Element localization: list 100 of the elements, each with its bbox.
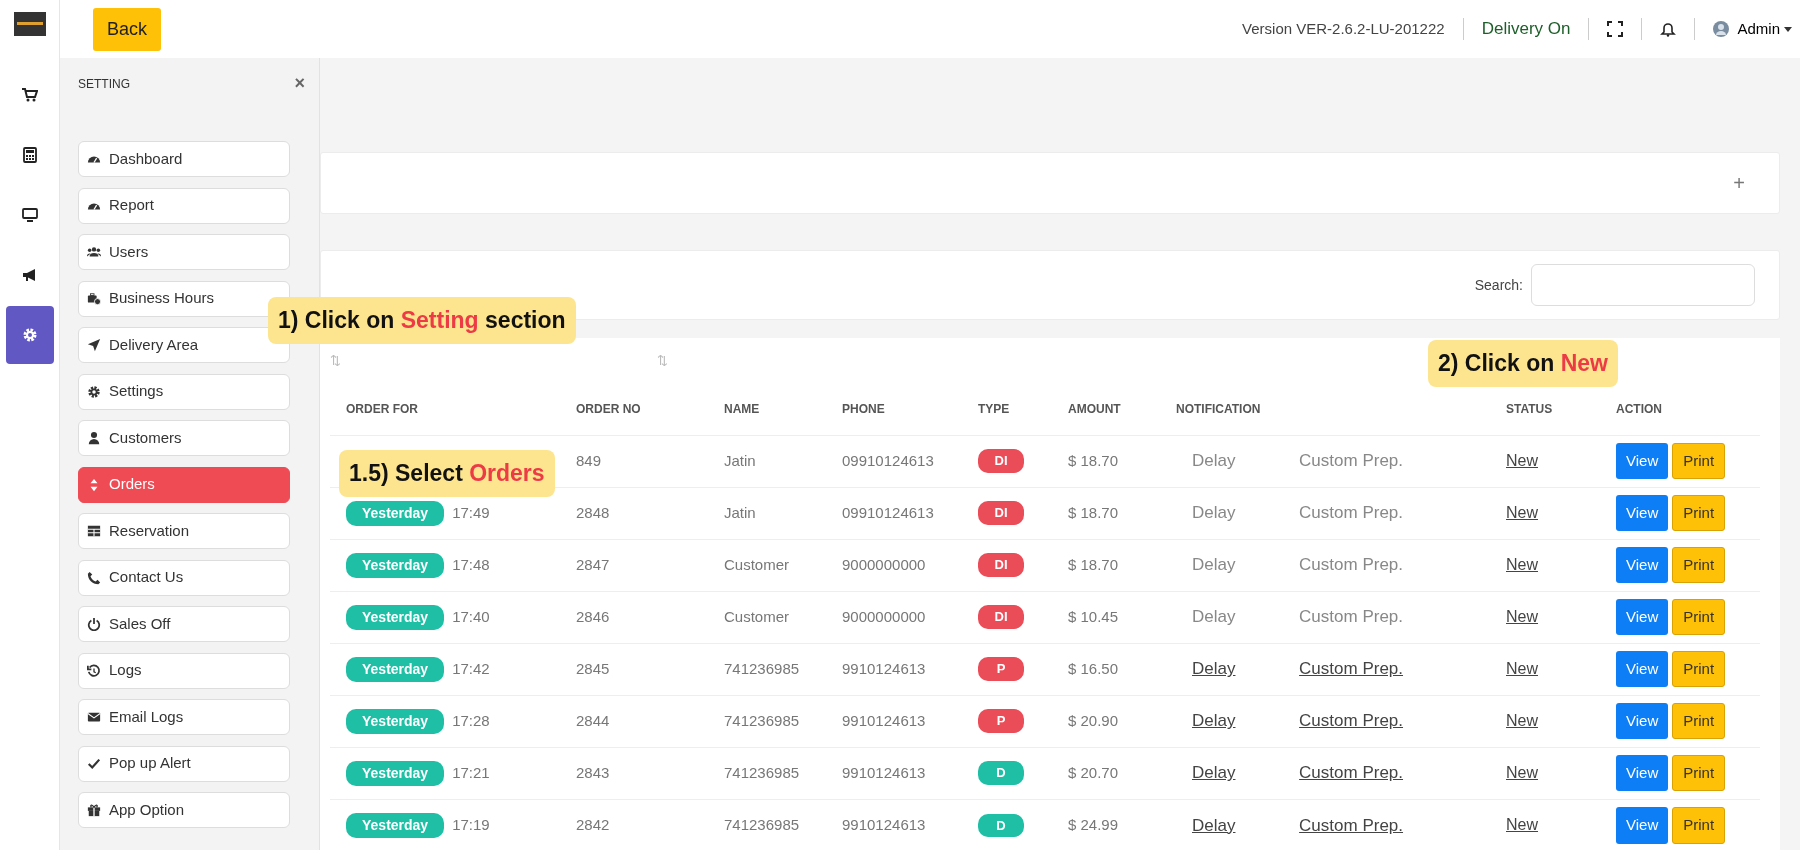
day-badge: Yesterday [346,500,445,526]
megaphone-icon [21,267,38,283]
menu-item[interactable]: Email Logs [78,699,290,735]
menu-item[interactable]: Settings [78,373,290,410]
view-button[interactable]: View [1616,702,1669,740]
view-button[interactable]: View [1616,494,1669,532]
view-button[interactable]: View [1616,598,1669,636]
amount-text: $ 18.70 [1068,451,1119,469]
delay-link[interactable]: Delay [1192,711,1236,731]
menu-item[interactable]: Sales Off [78,606,290,642]
menu-item[interactable]: Dashboard [78,141,290,177]
phone-icon [87,570,101,585]
customer-name: Jatin [724,503,756,521]
status-link[interactable]: New [1506,660,1538,677]
phone-number: 9000000000 [842,607,926,625]
order-number: 2845 [576,659,610,677]
print-button[interactable]: Print [1672,702,1726,740]
order-number: 2842 [576,816,610,833]
day-badge: Yesterday [346,760,445,786]
order-number: 2846 [576,607,610,625]
type-badge: DI [978,449,1024,473]
amount-text: $ 24.99 [1068,816,1119,833]
customer-name: Jatin [724,451,756,469]
print-button[interactable]: Print [1672,442,1726,480]
day-badge: Yesterday [346,656,445,682]
menu-item[interactable]: Logs [78,652,290,689]
version-text: Version VER-2.6.2-LU-201222 [1242,18,1445,39]
users-icon [87,245,101,259]
order-number: 2847 [576,555,610,573]
print-button[interactable]: Print [1672,754,1726,792]
view-button[interactable]: View [1616,650,1669,688]
amount-text: $ 16.50 [1068,659,1119,677]
delay-link[interactable]: Delay [1192,659,1236,679]
view-button[interactable]: View [1616,546,1669,584]
view-button[interactable]: View [1616,754,1669,792]
custom-prep-link[interactable]: Custom Prep. [1299,815,1404,835]
cart-icon [21,87,38,103]
phone-number: 9910124613 [842,659,926,677]
view-button[interactable]: View [1616,807,1669,844]
history-icon [87,663,101,678]
delay-text: Delay [1192,451,1236,471]
column-header: TYPE [962,383,1052,435]
delivery-status[interactable]: Delivery On [1481,16,1571,42]
search-field[interactable] [1531,264,1755,306]
search-label: Search: [1474,275,1523,295]
table-icon [87,524,101,538]
panel-title: SETTING [78,75,130,93]
custom-prep-link[interactable]: Custom Prep. [1299,711,1404,731]
phone-number: 09910124613 [842,451,934,469]
check-icon [87,756,101,771]
status-link[interactable]: New [1506,764,1538,781]
day-badge: Yesterday [346,604,445,630]
print-button[interactable]: Print [1672,807,1726,844]
custom-prep-link[interactable]: Custom Prep. [1299,659,1404,679]
time-text: 17:28 [452,711,490,729]
print-button[interactable]: Print [1672,546,1726,584]
delay-link[interactable]: Delay [1192,763,1236,783]
customer-name: 741236985 [724,816,800,833]
menu-item[interactable]: Contact Us [78,559,290,596]
back-button[interactable]: Back [93,7,162,51]
fullscreen-icon[interactable] [1607,21,1624,37]
menu-item[interactable]: Users [78,234,290,270]
print-button[interactable]: Print [1672,650,1726,688]
amount-text: $ 18.70 [1068,503,1119,521]
menu-item[interactable]: Delivery Area [78,327,290,363]
menu-item[interactable]: Orders [78,466,290,503]
status-link[interactable]: New [1506,452,1538,469]
status-link[interactable]: New [1506,608,1538,625]
status-link[interactable]: New [1506,504,1538,521]
column-header: PHONE [826,383,962,435]
status-link[interactable]: New [1506,816,1538,834]
order-number: 2843 [576,763,610,781]
custom-prep-link[interactable]: Custom Prep. [1299,763,1404,783]
logo-icon [13,12,46,36]
print-button[interactable]: Print [1672,598,1726,636]
callout: 1) Click on Setting section [268,297,576,344]
callout: 2) Click on New [1428,340,1618,387]
phone-number: 9910124613 [842,816,926,833]
user-menu[interactable]: Admin [1713,17,1792,41]
amount-text: $ 10.45 [1068,607,1119,625]
time-text: 17:40 [452,607,490,625]
menu-item[interactable]: Report [78,187,290,224]
customer-name: Customer [724,607,790,625]
menu-item[interactable]: Pop up Alert [78,745,290,782]
expand-button[interactable]: + [1727,167,1751,199]
close-button[interactable]: × [294,70,305,97]
status-link[interactable]: New [1506,712,1538,729]
status-link[interactable]: New [1506,556,1538,573]
person-icon [87,431,101,445]
bell-icon[interactable] [1660,21,1677,37]
print-button[interactable]: Print [1672,494,1726,532]
power-icon [87,617,101,631]
delay-link[interactable]: Delay [1192,815,1236,835]
menu-item[interactable]: App Option [78,792,290,828]
custom-prep-text: Custom Prep. [1299,555,1404,575]
view-button[interactable]: View [1616,442,1669,480]
time-text: 17:49 [452,503,490,521]
menu-item[interactable]: Customers [78,420,290,456]
menu-item[interactable]: Reservation [78,513,290,549]
type-badge: P [978,657,1024,681]
